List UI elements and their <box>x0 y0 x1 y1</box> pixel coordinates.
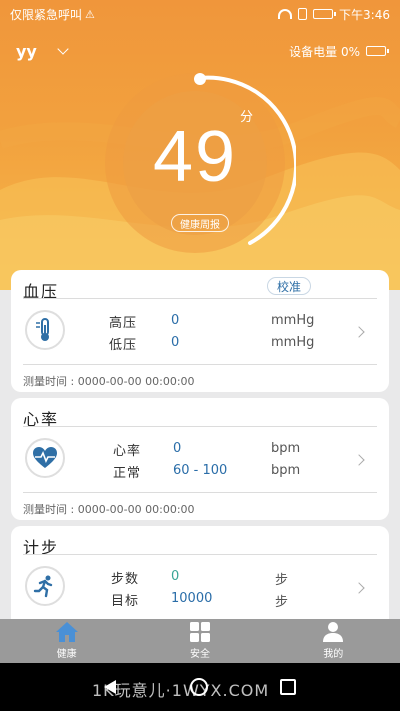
step-count-unit: 步 <box>275 573 289 588</box>
running-icon <box>25 566 65 606</box>
step-goal-label: 目标 <box>111 594 140 609</box>
heart-rate-value: 0 <box>173 441 182 456</box>
recent-apps-icon[interactable] <box>280 679 296 695</box>
bottom-tab-bar: 健康 安全 我的 <box>0 619 400 663</box>
blood-pressure-card[interactable]: 血压 校准 高压 0 mmHg 低压 0 mmHg 测量时间 : 0000-00… <box>11 270 389 392</box>
system-nav-bar: 1K玩意儿·1WYX.COM <box>0 663 400 711</box>
normal-range-value: 60 - 100 <box>173 463 228 478</box>
step-count-value: 0 <box>171 569 180 584</box>
chevron-down-icon <box>57 43 69 55</box>
thermometer-icon <box>25 310 65 350</box>
warning-icon: ⚠ <box>85 7 95 21</box>
diastolic-unit: mmHg <box>271 335 315 350</box>
health-weekly-report-button[interactable]: 健康周报 <box>171 214 229 232</box>
heart-pulse-icon <box>25 438 65 478</box>
measure-time: 测量时间 : 0000-00-00 00:00:00 <box>23 375 195 388</box>
status-bar: 仅限紧急呼叫 ⚠ 下午3:46 <box>0 0 400 28</box>
device-battery-icon <box>366 46 389 56</box>
measure-time: 测量时间 : 0000-00-00 00:00:00 <box>23 503 195 516</box>
user-selector[interactable]: yy <box>16 41 69 61</box>
home-icon <box>55 622 78 642</box>
step-goal-unit: 步 <box>275 595 289 610</box>
health-score-value: 49 <box>152 117 238 197</box>
tab-health[interactable]: 健康 <box>0 619 133 663</box>
phone-battery-icon <box>313 9 337 19</box>
divider <box>23 364 377 365</box>
watermark-text: 1K玩意儿·1WYX.COM <box>92 681 270 700</box>
device-battery-label: 设备电量 0% <box>289 44 360 59</box>
grid-icon <box>189 622 210 642</box>
back-icon[interactable] <box>104 680 116 694</box>
status-carrier-text: 仅限紧急呼叫 <box>10 7 83 22</box>
heart-rate-card[interactable]: 心率 心率 0 bpm 正常 60 - 100 bpm 测量时间 : 0000-… <box>11 398 389 520</box>
home-button-icon[interactable] <box>190 678 208 696</box>
normal-range-unit: bpm <box>271 463 301 478</box>
chevron-right-icon[interactable] <box>353 582 365 594</box>
step-count-label: 步数 <box>111 572 140 587</box>
tab-label: 我的 <box>323 649 344 660</box>
calibrate-button[interactable]: 校准 <box>267 277 311 295</box>
systolic-value: 0 <box>171 313 180 328</box>
divider <box>23 426 377 427</box>
systolic-unit: mmHg <box>271 313 315 328</box>
device-battery: 设备电量 0% <box>289 43 389 60</box>
status-time: 下午3:46 <box>339 7 390 22</box>
heart-rate-unit: bpm <box>271 441 301 456</box>
wifi-icon <box>278 9 293 19</box>
step-goal-value: 10000 <box>171 591 213 606</box>
header-hero: 仅限紧急呼叫 ⚠ 下午3:46 yy 设备电量 0% 分 49 健康周报 <box>0 0 400 290</box>
tab-security[interactable]: 安全 <box>133 619 266 663</box>
normal-range-label: 正常 <box>113 466 142 481</box>
diastolic-value: 0 <box>171 335 180 350</box>
tab-profile[interactable]: 我的 <box>267 619 400 663</box>
tab-label: 健康 <box>56 649 77 660</box>
chevron-right-icon[interactable] <box>353 326 365 338</box>
divider <box>23 492 377 493</box>
divider <box>23 554 377 555</box>
top-bar: yy 设备电量 0% <box>0 38 400 64</box>
heart-rate-label: 心率 <box>113 444 142 459</box>
sim-icon <box>298 8 308 20</box>
tab-label: 安全 <box>189 649 210 660</box>
systolic-label: 高压 <box>109 316 138 331</box>
chevron-right-icon[interactable] <box>353 454 365 466</box>
user-name: yy <box>16 41 37 61</box>
diastolic-label: 低压 <box>109 338 138 353</box>
person-icon <box>323 622 344 642</box>
divider <box>23 298 377 299</box>
health-score-dial: 分 49 健康周报 <box>100 68 296 264</box>
